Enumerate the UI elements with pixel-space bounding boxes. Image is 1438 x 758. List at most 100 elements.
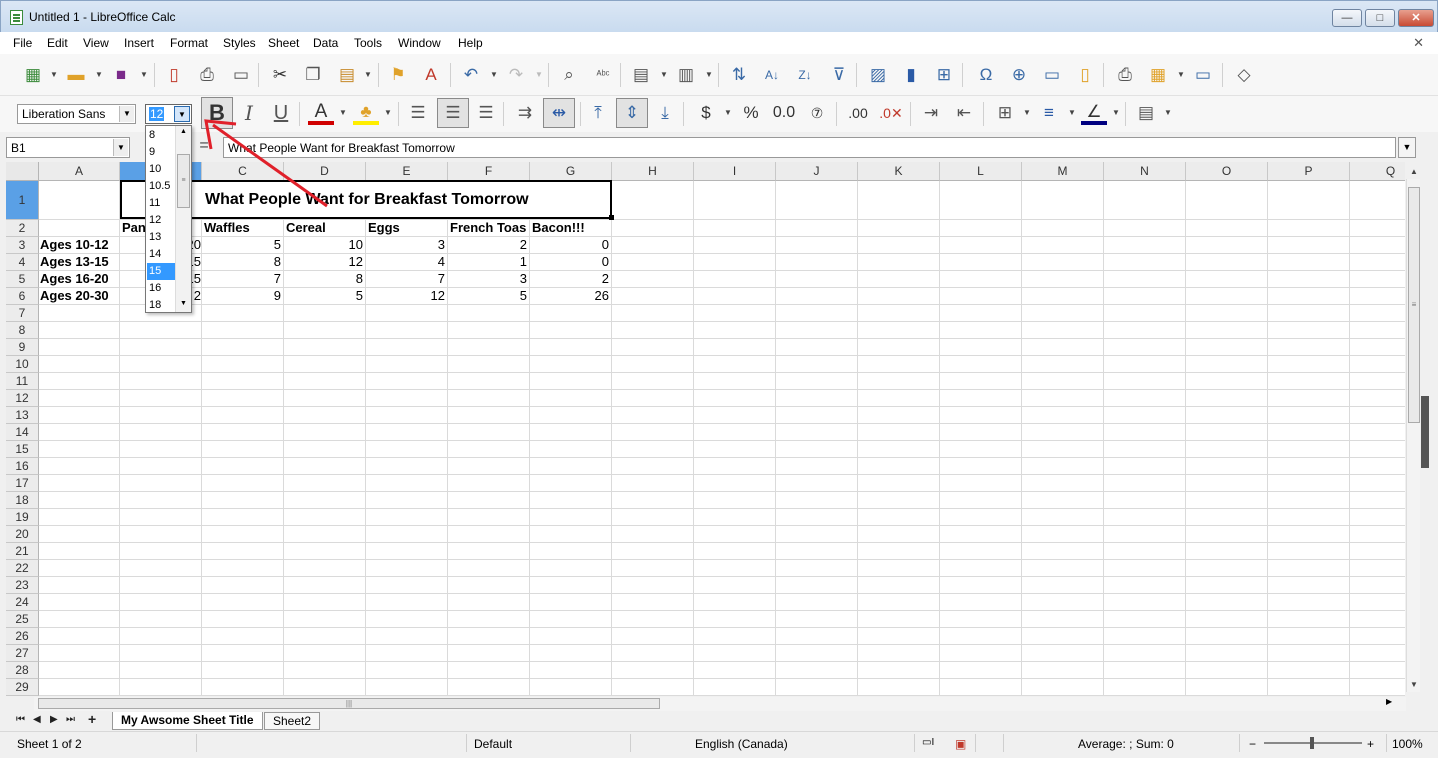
row-header-5[interactable]: 5 (6, 271, 39, 288)
header-cell-waffles[interactable]: Waffles (204, 220, 284, 236)
column-header-p[interactable]: P (1268, 162, 1350, 181)
zoom-level[interactable]: 100% (1392, 737, 1423, 751)
scroll-up-icon[interactable]: ▲ (1407, 165, 1421, 179)
formula-equals-icon[interactable]: = (193, 137, 215, 158)
find-replace-icon[interactable]: ⌕ (556, 62, 582, 88)
freeze-rows-icon[interactable]: ▦ (1145, 62, 1171, 88)
header-cell-cereal[interactable]: Cereal (286, 220, 366, 236)
cut-icon[interactable]: ✂ (267, 62, 293, 88)
horizontal-scrollbar[interactable]: ||| ▶ (34, 697, 1406, 711)
row-header-15[interactable]: 15 (6, 441, 39, 458)
add-decimal-icon[interactable]: .00 (845, 100, 871, 126)
row-header-21[interactable]: 21 (6, 543, 39, 560)
data-cell[interactable]: 5 (284, 288, 366, 304)
data-cell[interactable]: 7 (366, 271, 448, 287)
row-header-24[interactable]: 24 (6, 594, 39, 611)
row-header-17[interactable]: 17 (6, 475, 39, 492)
font-size-dropdown[interactable]: 8 9 10 10.5 11 12 13 14 15 16 18 ▲ ≡ ▼ (145, 125, 192, 313)
sort-descending-icon[interactable]: Z↓ (792, 62, 818, 88)
column-header-g[interactable]: G (530, 162, 612, 181)
column-header-h[interactable]: H (612, 162, 694, 181)
page-style-status[interactable]: Default (474, 737, 512, 751)
next-sheet-icon[interactable]: ▶ (50, 714, 58, 725)
align-left-icon[interactable]: ☰ (405, 100, 431, 126)
comment-icon[interactable]: ▭ (1039, 62, 1065, 88)
last-sheet-icon[interactable]: ⏭ (66, 714, 75, 725)
font-size-option[interactable]: 13 (147, 229, 175, 246)
font-size-option[interactable]: 10 (147, 161, 175, 178)
redo-icon[interactable]: ↷ (503, 62, 529, 88)
close-window-button[interactable]: ✕ (1398, 9, 1434, 27)
column-header-e[interactable]: E (366, 162, 448, 181)
row-header-14[interactable]: 14 (6, 424, 39, 441)
export-pdf-icon[interactable]: ▯ (161, 62, 187, 88)
row-icon[interactable]: ▤ (628, 62, 654, 88)
row-header-28[interactable]: 28 (6, 662, 39, 679)
chevron-down-icon[interactable]: ▼ (95, 62, 103, 88)
header-cell-french-toast[interactable]: French Toas (450, 220, 530, 236)
row-header-8[interactable]: 8 (6, 322, 39, 339)
menu-window[interactable]: Window (398, 36, 441, 50)
autofilter-icon[interactable]: ⊽ (826, 62, 852, 88)
bold-button[interactable]: B (201, 97, 233, 129)
column-header-f[interactable]: F (448, 162, 530, 181)
row-header-19[interactable]: 19 (6, 509, 39, 526)
vertical-scrollbar[interactable]: ▲ ≡ ▼ (1406, 167, 1420, 692)
align-right-icon[interactable]: ☰ (473, 100, 499, 126)
center-vertically-icon[interactable]: ⇕ (616, 98, 648, 128)
column-header-k[interactable]: K (858, 162, 940, 181)
menu-help[interactable]: Help (458, 36, 483, 50)
data-cell[interactable]: 0 (530, 237, 612, 253)
scroll-down-icon[interactable]: ▼ (176, 300, 191, 307)
data-cell[interactable]: 3 (448, 271, 530, 287)
selection-mode-icon[interactable]: ▭I (922, 737, 934, 748)
scroll-right-icon[interactable]: ▶ (1386, 697, 1392, 706)
data-cell[interactable]: 2 (530, 271, 612, 287)
row-header-22[interactable]: 22 (6, 560, 39, 577)
font-size-option[interactable]: 9 (147, 144, 175, 161)
percent-format-icon[interactable]: % (738, 100, 764, 126)
column-header-i[interactable]: I (694, 162, 776, 181)
chevron-down-icon[interactable]: ▼ (113, 139, 128, 156)
open-folder-icon[interactable]: ▬ (63, 62, 89, 88)
data-cell[interactable]: 3 (366, 237, 448, 253)
data-cell[interactable]: 4 (366, 254, 448, 270)
menu-insert[interactable]: Insert (124, 36, 154, 50)
spreadsheet-grid[interactable]: ABCDEFGHIJKLMNOPQ 1234567891011121314151… (6, 162, 1405, 696)
undo-icon[interactable]: ↶ (458, 62, 484, 88)
column-header-l[interactable]: L (940, 162, 1022, 181)
font-size-box[interactable]: 12 ▼ (145, 104, 192, 124)
data-cell[interactable]: 2 (448, 237, 530, 253)
row-header-10[interactable]: 10 (6, 356, 39, 373)
formula-input[interactable]: What People Want for Breakfast Tomorrow (223, 137, 1396, 158)
hyperlink-icon[interactable]: ⊕ (1006, 62, 1032, 88)
copy-icon[interactable]: ❐ (300, 62, 326, 88)
data-cell[interactable]: 5 (448, 288, 530, 304)
zoom-out-button[interactable]: − (1249, 737, 1256, 751)
select-all-corner[interactable] (6, 162, 39, 181)
previous-sheet-icon[interactable]: ◀ (33, 714, 41, 725)
align-center-icon[interactable]: ☰ (437, 98, 469, 128)
zoom-in-button[interactable]: + (1367, 737, 1374, 751)
row-header-27[interactable]: 27 (6, 645, 39, 662)
font-size-option[interactable]: 11 (147, 195, 175, 212)
chevron-down-icon[interactable]: ▼ (660, 62, 668, 88)
column-header-m[interactable]: M (1022, 162, 1104, 181)
font-color-icon[interactable]: A (308, 99, 334, 125)
sort-ascending-icon[interactable]: A↓ (759, 62, 785, 88)
zoom-slider-knob[interactable] (1310, 737, 1314, 749)
font-size-option[interactable]: 14 (147, 246, 175, 263)
chevron-down-icon[interactable]: ▼ (1177, 62, 1185, 88)
header-cell-eggs[interactable]: Eggs (368, 220, 448, 236)
paste-icon[interactable]: ▤ (334, 62, 360, 88)
column-header-j[interactable]: J (776, 162, 858, 181)
column-icon[interactable]: ▥ (673, 62, 699, 88)
chevron-down-icon[interactable]: ▼ (1068, 100, 1076, 126)
data-cell[interactable]: 9 (202, 288, 284, 304)
row-header-9[interactable]: 9 (6, 339, 39, 356)
font-size-option[interactable]: 12 (147, 212, 175, 229)
border-style-icon[interactable]: ≡ (1036, 100, 1062, 126)
chevron-down-icon[interactable]: ▼ (384, 100, 392, 126)
chevron-down-icon[interactable]: ▼ (705, 62, 713, 88)
row-label-cell[interactable]: Ages 10-12 (40, 237, 120, 253)
